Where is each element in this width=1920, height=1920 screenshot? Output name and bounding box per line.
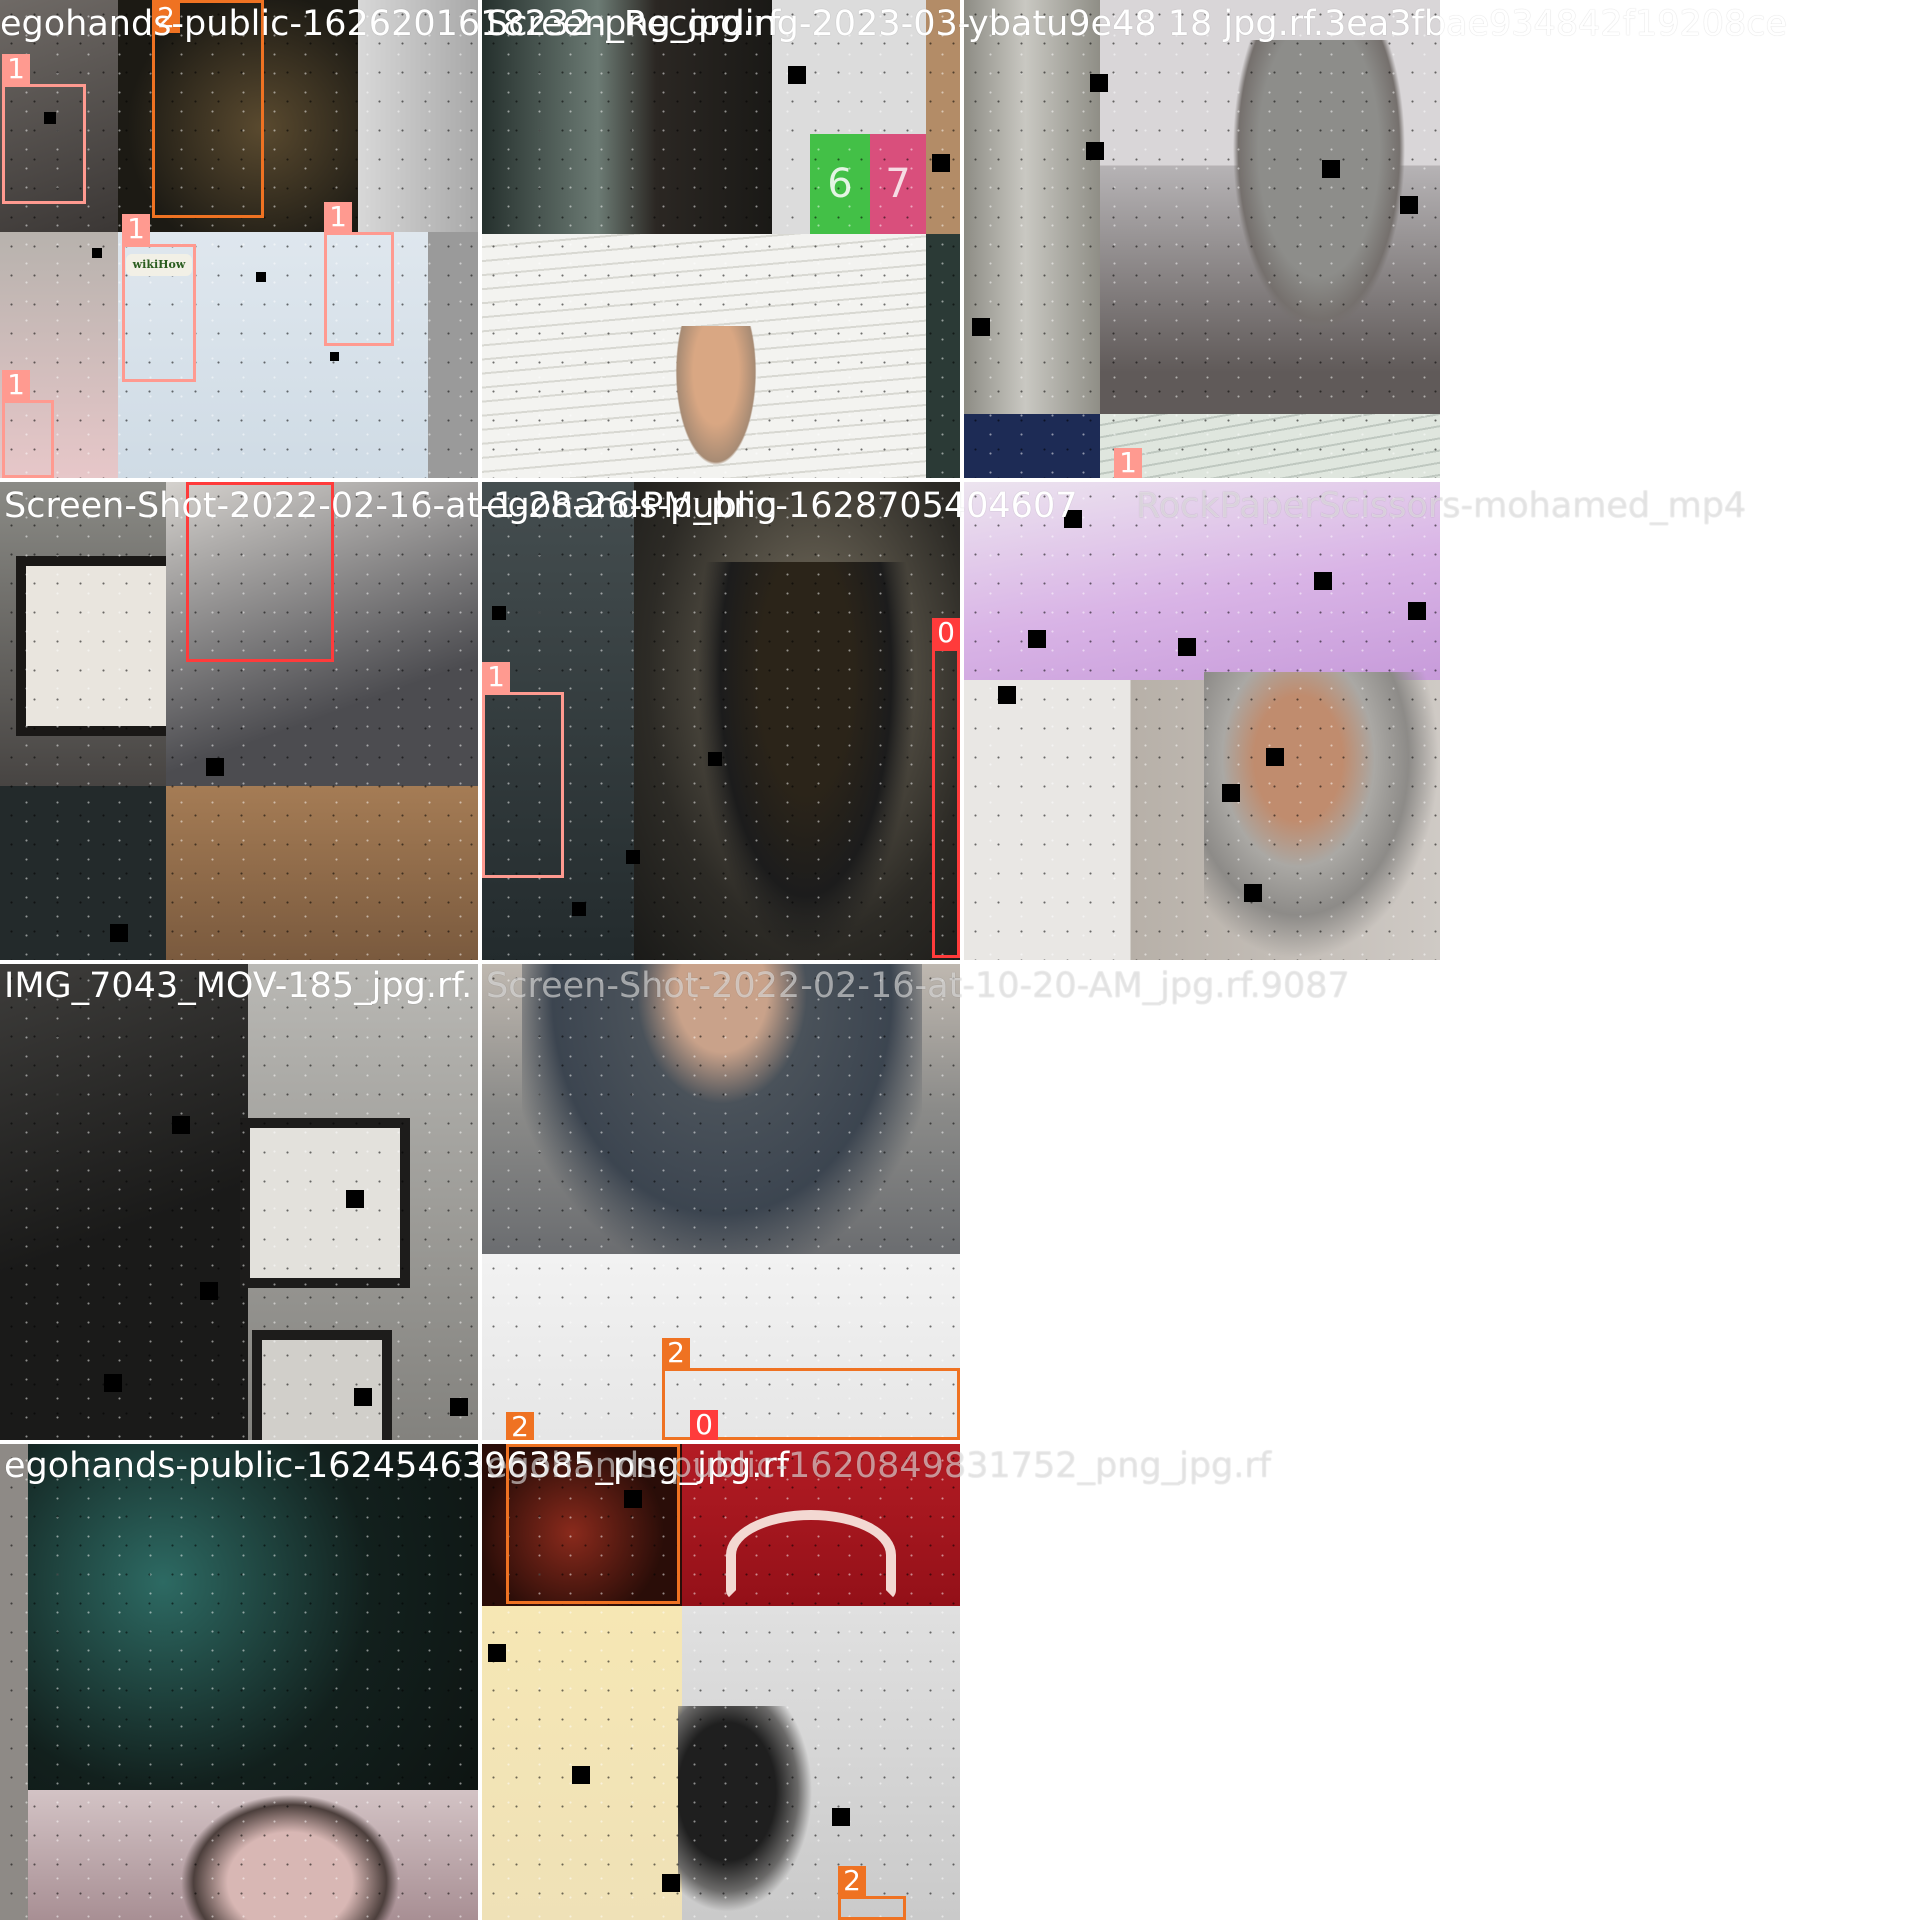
cutout-patch bbox=[1266, 748, 1284, 766]
cutout-patch bbox=[1408, 602, 1426, 620]
cutout-patch bbox=[110, 924, 128, 942]
mosaic-tile-6 bbox=[964, 482, 1440, 960]
mosaic-tile-9 bbox=[0, 1444, 478, 1920]
green-number-block: 6 bbox=[810, 134, 870, 234]
cutout-patch bbox=[1322, 160, 1340, 178]
detection-box: 0 bbox=[932, 618, 960, 958]
framed-picture bbox=[252, 1330, 392, 1440]
detection-box: 1 bbox=[482, 662, 564, 878]
mosaic-tile-1: wikiHow 1 2 1 1 1 bbox=[0, 0, 478, 478]
cutout-patch bbox=[572, 902, 586, 916]
mosaic-tile-4: 0 bbox=[0, 482, 478, 960]
cutout-patch bbox=[572, 1766, 590, 1784]
cutout-patch bbox=[1222, 784, 1240, 802]
cutout-patch bbox=[488, 1644, 506, 1662]
cutout-patch bbox=[92, 248, 102, 258]
cutout-patch bbox=[1178, 638, 1196, 656]
mosaic-tile-5: 1 0 bbox=[482, 482, 960, 960]
cutout-patch bbox=[708, 752, 722, 766]
detection-box: 1 bbox=[2, 54, 86, 204]
cutout-patch bbox=[172, 1116, 190, 1134]
detection-box: 2 bbox=[506, 1444, 680, 1604]
cutout-patch bbox=[104, 1374, 122, 1392]
cutout-patch bbox=[256, 272, 266, 282]
cutout-patch bbox=[1064, 510, 1082, 528]
cutout-patch bbox=[1244, 884, 1262, 902]
cutout-patch bbox=[788, 66, 806, 84]
cutout-patch bbox=[832, 1808, 850, 1826]
cutout-patch bbox=[206, 758, 224, 776]
mosaic-canvas: { "colors": { "class_0": "#ff3b3b", "cla… bbox=[0, 0, 1920, 1920]
cutout-patch bbox=[626, 850, 640, 864]
mosaic-tile-2: 6 7 bbox=[482, 0, 960, 478]
detection-box: 0 bbox=[186, 482, 334, 662]
mosaic-tile-8: 2 0 2 bbox=[482, 964, 960, 1440]
person-figure bbox=[180, 1794, 400, 1920]
cutout-patch bbox=[200, 1282, 218, 1300]
pink-number-block: 7 bbox=[870, 134, 926, 234]
person-figure bbox=[1224, 40, 1414, 350]
cutout-patch bbox=[354, 1388, 372, 1406]
cutout-patch bbox=[346, 1190, 364, 1208]
cutout-patch bbox=[932, 154, 950, 172]
cutout-patch bbox=[1086, 142, 1104, 160]
framed-picture bbox=[240, 1118, 410, 1288]
detection-box: 1 bbox=[2, 370, 54, 478]
detection-box: 1 bbox=[324, 202, 394, 346]
detection-box: 1 bbox=[122, 214, 196, 382]
person-figure bbox=[522, 964, 922, 1254]
cutout-patch bbox=[1028, 630, 1046, 648]
detection-box: 2 bbox=[838, 1866, 906, 1920]
cutout-patch bbox=[1400, 196, 1418, 214]
cutout-patch bbox=[1314, 572, 1332, 590]
person-figure bbox=[1204, 672, 1440, 960]
person-figure bbox=[678, 1706, 818, 1920]
framed-picture bbox=[16, 556, 186, 736]
person-figure bbox=[670, 326, 762, 478]
cutout-patch bbox=[330, 352, 339, 361]
cutout-patch bbox=[1090, 74, 1108, 92]
mosaic-tile-7 bbox=[0, 964, 478, 1440]
cutout-patch bbox=[998, 686, 1016, 704]
person-figure bbox=[696, 562, 916, 960]
mosaic-tile-10: 2 2 bbox=[482, 1444, 960, 1920]
printed-shirt-logo bbox=[726, 1510, 896, 1600]
mosaic-tile-3: 1 bbox=[964, 0, 1440, 478]
cutout-patch bbox=[492, 606, 506, 620]
cutout-patch bbox=[450, 1398, 468, 1416]
cutout-patch bbox=[972, 318, 990, 336]
cutout-patch bbox=[662, 1874, 680, 1892]
detection-box: 2 bbox=[152, 0, 264, 218]
